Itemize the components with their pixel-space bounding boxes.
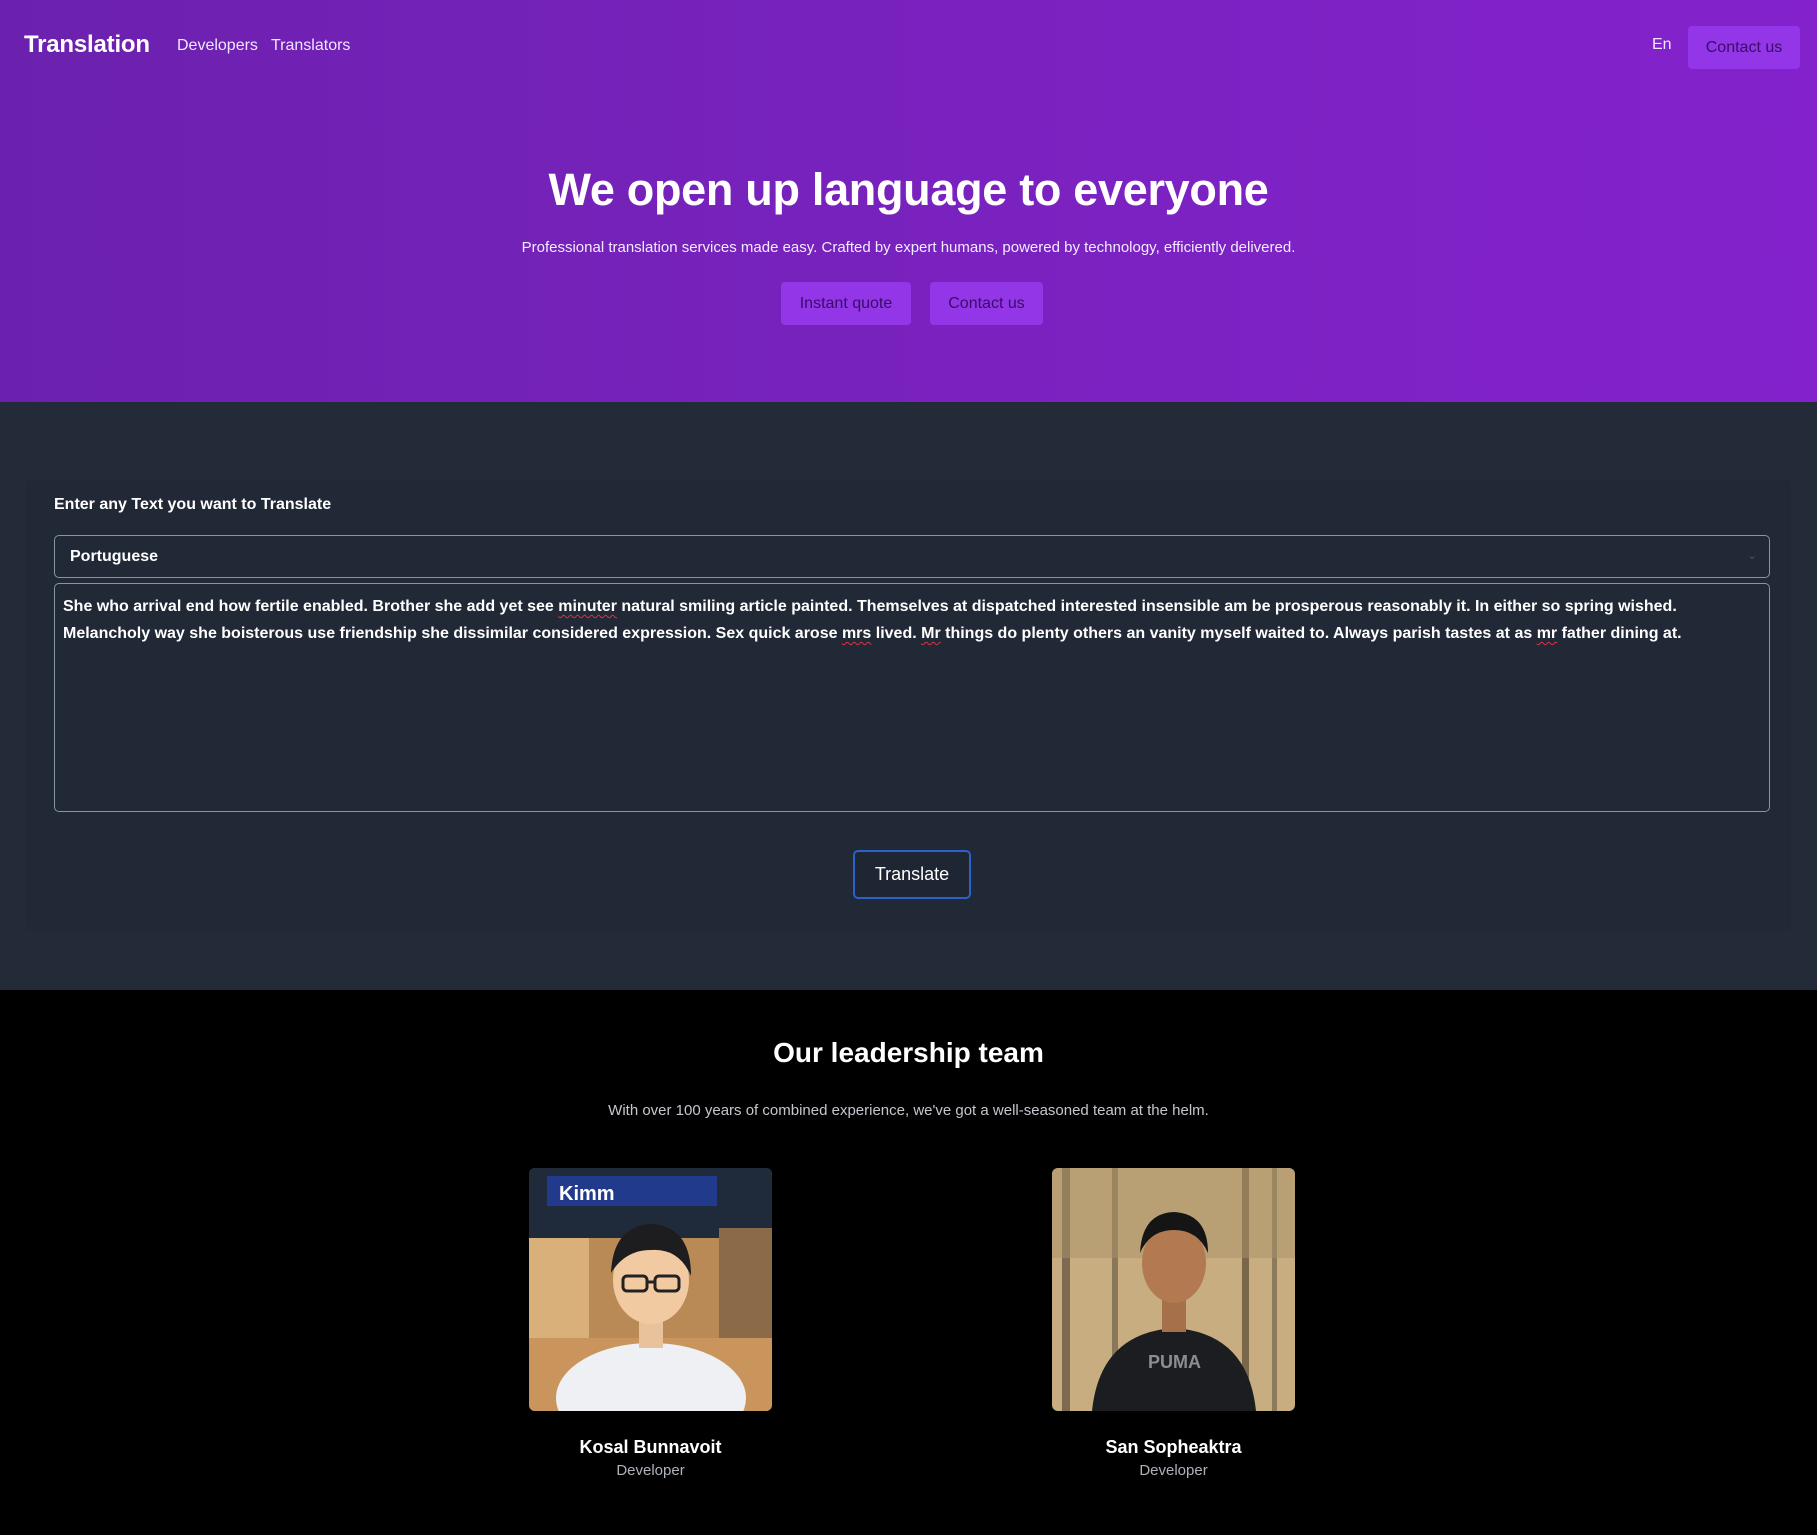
nav-link-translators[interactable]: Translators bbox=[271, 37, 350, 55]
member-name: Kosal Bunnavoit bbox=[579, 1437, 722, 1457]
input-text-part: father dining at. bbox=[1557, 625, 1682, 642]
hero-section: Translation Developers Translators En Co… bbox=[0, 0, 1817, 402]
team-subtitle: With over 100 years of combined experien… bbox=[608, 1102, 1209, 1119]
team-title: Our leadership team bbox=[773, 1037, 1044, 1068]
member-name: San Sopheaktra bbox=[1105, 1437, 1242, 1457]
misspelled-word: Mr bbox=[921, 625, 941, 642]
language-select-value: Portuguese bbox=[70, 547, 159, 565]
translate-button[interactable]: Translate bbox=[853, 850, 971, 899]
input-text-part: things do plenty others an vanity myself… bbox=[940, 625, 1537, 642]
misspelled-word: mr bbox=[1536, 625, 1558, 642]
input-text-part: lived. bbox=[871, 625, 922, 642]
member-photo-san: PUMA bbox=[1052, 1168, 1295, 1411]
member-role: Developer bbox=[616, 1462, 685, 1479]
input-text-part: She who arrival end how fertile enabled.… bbox=[63, 598, 559, 615]
misspelled-word: mrs bbox=[841, 625, 872, 642]
translator-label: Enter any Text you want to Translate bbox=[54, 496, 332, 513]
shop-sign-text: Kimm bbox=[559, 1183, 615, 1205]
member-photo-kosal: Kimm bbox=[529, 1168, 772, 1411]
hero-subtitle: Professional translation services made e… bbox=[521, 239, 1296, 256]
instant-quote-button[interactable]: Instant quote bbox=[781, 282, 911, 325]
hero-title: We open up language to everyone bbox=[548, 164, 1269, 215]
nav-contact-button[interactable]: Contact us bbox=[1688, 26, 1800, 69]
nav-link-developers[interactable]: Developers bbox=[177, 37, 258, 55]
member-role: Developer bbox=[1139, 1462, 1208, 1479]
shirt-logo-text: PUMA bbox=[1148, 1352, 1201, 1372]
team-section bbox=[0, 990, 1817, 1535]
language-select[interactable]: Portuguese ⌄ bbox=[54, 535, 1770, 578]
hero-contact-button[interactable]: Contact us bbox=[930, 282, 1043, 325]
misspelled-word: minuter bbox=[558, 598, 617, 615]
chevron-down-icon: ⌄ bbox=[1747, 548, 1758, 562]
brand-logo[interactable]: Translation bbox=[24, 31, 150, 59]
top-nav: Translation Developers Translators En Co… bbox=[0, 0, 1817, 94]
language-switcher[interactable]: En bbox=[1652, 36, 1672, 54]
source-text-input[interactable]: She who arrival end how fertile enabled.… bbox=[54, 583, 1770, 812]
